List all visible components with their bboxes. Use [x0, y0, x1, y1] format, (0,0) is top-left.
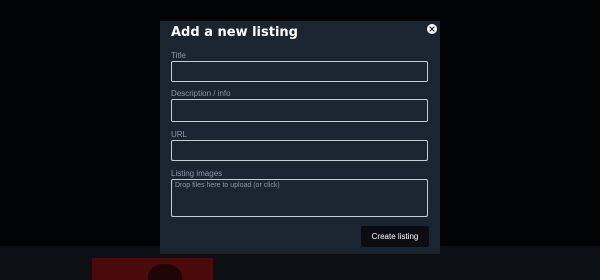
- url-input[interactable]: [171, 140, 428, 161]
- thumbnail-figure: [148, 264, 182, 280]
- url-label: URL: [171, 130, 188, 139]
- listing-images-label: Listing images: [171, 169, 223, 178]
- close-icon: [429, 26, 435, 32]
- create-listing-button[interactable]: Create listing: [361, 226, 429, 247]
- title-input[interactable]: [171, 61, 428, 82]
- listing-images-dropzone[interactable]: Drop files here to upload (or click): [171, 179, 428, 217]
- listing-thumbnail-image: [92, 258, 213, 280]
- title-label: Title: [171, 51, 186, 60]
- dropzone-hint: Drop files here to upload (or click): [175, 182, 280, 189]
- close-button[interactable]: [427, 24, 437, 34]
- modal-title: Add a new listing: [171, 25, 298, 40]
- description-label: Description / info: [171, 89, 231, 98]
- add-listing-modal: Add a new listing Title Description / in…: [160, 21, 440, 254]
- description-input[interactable]: [171, 99, 428, 122]
